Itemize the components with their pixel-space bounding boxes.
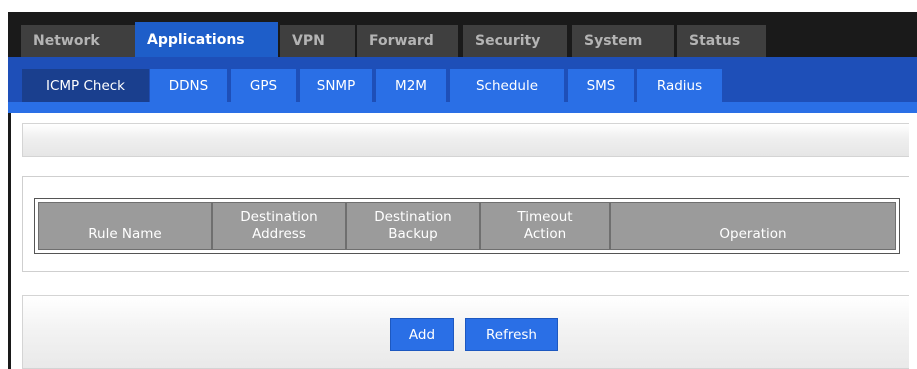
subtab-label: M2M bbox=[395, 77, 427, 94]
column-header-destination-address: Destination Address bbox=[212, 202, 346, 250]
tab-label: Network bbox=[33, 33, 100, 49]
tab-network[interactable]: Network bbox=[21, 25, 135, 57]
subtab-icmp-check[interactable]: ICMP Check bbox=[22, 69, 149, 102]
subtab-label: DDNS bbox=[168, 77, 209, 94]
subtab-label: Schedule bbox=[475, 77, 539, 94]
tab-vpn[interactable]: VPN bbox=[280, 25, 355, 57]
tab-label: Status bbox=[689, 33, 741, 49]
info-strip bbox=[22, 123, 909, 157]
main-nav-bar: Network Applications VPN Forward Securit… bbox=[8, 12, 917, 57]
content-left-border bbox=[8, 113, 11, 369]
subtab-m2m[interactable]: M2M bbox=[376, 69, 446, 102]
tab-label: Applications bbox=[147, 31, 245, 48]
subtab-schedule[interactable]: Schedule bbox=[450, 69, 564, 102]
tab-applications[interactable]: Applications bbox=[135, 22, 278, 57]
subtab-ddns[interactable]: DDNS bbox=[150, 69, 227, 102]
subtab-snmp[interactable]: SNMP bbox=[300, 69, 372, 102]
subtab-label: GPS bbox=[249, 77, 278, 94]
subtab-sms[interactable]: SMS bbox=[568, 69, 634, 102]
tab-system[interactable]: System bbox=[572, 25, 674, 57]
tab-forward[interactable]: Forward bbox=[357, 25, 458, 57]
header-line1: Destination bbox=[240, 209, 318, 225]
subtab-radius[interactable]: Radius bbox=[637, 69, 722, 102]
add-button[interactable]: Add bbox=[390, 318, 454, 351]
header-line1: Destination bbox=[374, 209, 452, 225]
tab-label: Forward bbox=[369, 33, 434, 49]
tab-status[interactable]: Status bbox=[677, 25, 766, 57]
subtab-label: Radius bbox=[656, 77, 703, 94]
subtab-label: SMS bbox=[586, 77, 616, 94]
column-header-timeout-action: Timeout Action bbox=[480, 202, 610, 250]
subtab-gps[interactable]: GPS bbox=[231, 69, 296, 102]
icmp-rules-table: Rule Name Destination Address Destination… bbox=[34, 198, 900, 254]
subtab-label: SNMP bbox=[316, 77, 356, 94]
header-line1: Timeout bbox=[517, 209, 573, 225]
tab-label: VPN bbox=[292, 33, 325, 49]
header-line2: Address bbox=[252, 226, 306, 242]
sub-nav-divider bbox=[8, 102, 917, 113]
refresh-button[interactable]: Refresh bbox=[465, 318, 558, 351]
tab-label: System bbox=[584, 33, 643, 49]
header-line2: Rule Name bbox=[88, 226, 162, 242]
tab-label: Security bbox=[475, 33, 541, 49]
header-line2: Operation bbox=[719, 226, 787, 242]
header-line2: Action bbox=[523, 226, 567, 242]
header-line2: Backup bbox=[388, 226, 438, 242]
subtab-label: ICMP Check bbox=[45, 77, 126, 94]
sub-nav-bar: ICMP Check DDNS GPS SNMP M2M Schedule SM… bbox=[8, 57, 917, 113]
column-header-destination-backup: Destination Backup bbox=[346, 202, 480, 250]
add-button-label: Add bbox=[408, 326, 436, 343]
refresh-button-label: Refresh bbox=[486, 326, 537, 343]
tab-security[interactable]: Security bbox=[463, 25, 567, 57]
column-header-operation: Operation bbox=[610, 202, 896, 250]
column-header-rule-name: Rule Name bbox=[38, 202, 212, 250]
